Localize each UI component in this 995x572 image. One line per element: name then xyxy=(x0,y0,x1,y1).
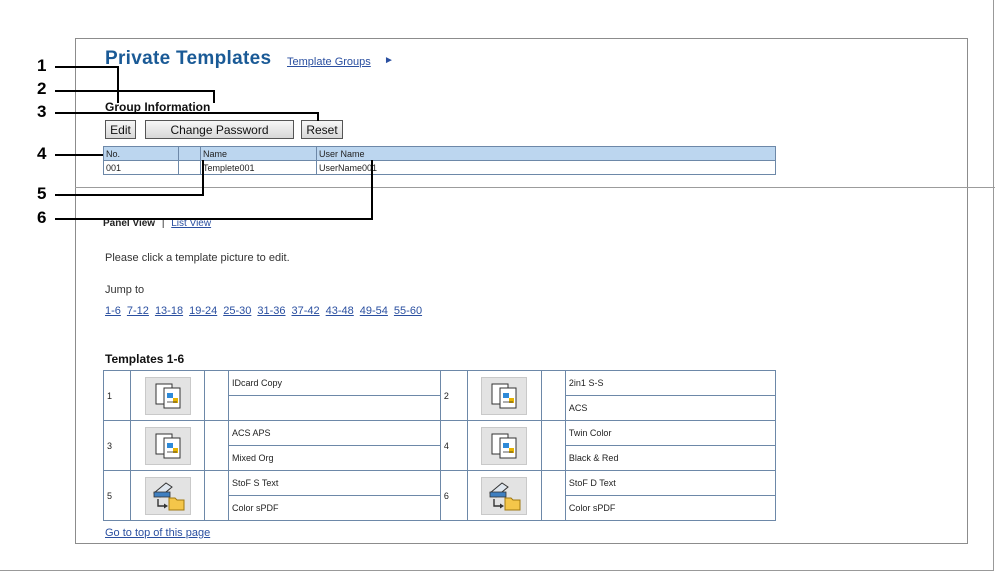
column-header-no: No. xyxy=(103,146,179,161)
copy-template-icon[interactable] xyxy=(481,376,528,415)
template-row: 1 IDcard Copy 2 2in1 S-S xyxy=(103,370,777,421)
template-spacer xyxy=(540,370,566,421)
change-password-button[interactable]: Change Password xyxy=(145,120,294,139)
group-info-table: No. Name User Name 001 Templete001 UserN… xyxy=(103,146,776,175)
column-header-user-name: User Name xyxy=(316,146,776,161)
column-header-blank xyxy=(178,146,201,161)
copy-template-icon[interactable] xyxy=(144,376,191,415)
list-view-link[interactable]: List View xyxy=(171,218,211,229)
reset-button[interactable]: Reset xyxy=(301,120,343,139)
jump-link-43-48[interactable]: 43-48 xyxy=(326,305,354,317)
copy-template-icon[interactable] xyxy=(481,426,528,465)
scan-to-file-icon[interactable] xyxy=(144,476,191,515)
template-name-line2: Black & Red xyxy=(564,445,777,471)
template-spacer xyxy=(204,470,229,521)
panel-view-label: Panel View xyxy=(103,218,156,229)
template-name-line2: Color sPDF xyxy=(228,495,441,521)
template-name-line1: Twin Color xyxy=(564,420,777,446)
template-name-line1: StoF S Text xyxy=(228,470,441,496)
callout-number: 3 xyxy=(37,102,47,121)
cell-name: Templete001 xyxy=(200,160,317,175)
scan-to-file-icon[interactable] xyxy=(481,476,528,515)
templates-table: 1 IDcard Copy 2 2in1 S-S ACS 3 ACS APS 4… xyxy=(103,370,777,521)
template-spacer xyxy=(540,420,566,471)
column-header-name: Name xyxy=(200,146,317,161)
template-spacer xyxy=(540,470,566,521)
instruction-text: Please click a template picture to edit. xyxy=(105,252,290,264)
template-spacer xyxy=(204,370,229,421)
template-name-line2 xyxy=(228,395,441,421)
templates-heading: Templates 1-6 xyxy=(105,352,185,366)
template-row: 5 StoF S Text 6 StoF D Text xyxy=(103,470,777,521)
template-name-line2: Color sPDF xyxy=(564,495,777,521)
template-number: 5 xyxy=(103,470,131,521)
table-row: 001 Templete001 UserName001 xyxy=(103,160,776,175)
divider xyxy=(75,187,995,188)
page-title: Private Templates xyxy=(105,48,272,69)
callout-number: 1 xyxy=(37,56,47,75)
jump-link-49-54[interactable]: 49-54 xyxy=(360,305,388,317)
template-picture[interactable] xyxy=(466,470,542,521)
template-name-line1: IDcard Copy xyxy=(228,370,441,396)
template-number: 3 xyxy=(103,420,131,471)
template-number: 2 xyxy=(439,370,468,421)
callout-number: 4 xyxy=(37,144,47,163)
template-spacer xyxy=(204,420,229,471)
template-name-line1: 2in1 S-S xyxy=(564,370,777,396)
template-groups-link[interactable]: Template Groups xyxy=(287,56,371,68)
go-to-top-link[interactable]: Go to top of this page xyxy=(105,527,210,539)
jump-to-label: Jump to xyxy=(105,284,145,296)
template-picture[interactable] xyxy=(466,370,542,421)
edit-button[interactable]: Edit xyxy=(105,120,136,139)
callout-number: 5 xyxy=(37,184,47,203)
jump-link-55-60[interactable]: 55-60 xyxy=(394,305,422,317)
jump-link-7-12[interactable]: 7-12 xyxy=(127,305,149,317)
view-separator: | xyxy=(161,218,165,229)
template-number: 4 xyxy=(439,420,468,471)
template-picture[interactable] xyxy=(130,370,205,421)
callout-number: 2 xyxy=(37,79,47,98)
jump-link-1-6[interactable]: 1-6 xyxy=(105,305,121,317)
template-name-line1: StoF D Text xyxy=(564,470,777,496)
jump-link-13-18[interactable]: 13-18 xyxy=(155,305,183,317)
template-number: 1 xyxy=(103,370,131,421)
template-name-line1: ACS APS xyxy=(228,420,441,446)
group-information-heading: Group Information xyxy=(105,100,211,114)
copy-template-icon[interactable] xyxy=(144,426,191,465)
template-picture[interactable] xyxy=(130,420,205,471)
table-header-row: No. Name User Name xyxy=(103,146,776,161)
cell-no: 001 xyxy=(103,160,179,175)
view-switcher: Panel View | List View xyxy=(103,218,211,229)
jump-links: 1-6 7-12 13-18 19-24 25-30 31-36 37-42 4… xyxy=(105,305,422,317)
callout-number: 6 xyxy=(37,208,47,227)
template-number: 6 xyxy=(439,470,468,521)
jump-link-37-42[interactable]: 37-42 xyxy=(292,305,320,317)
jump-link-19-24[interactable]: 19-24 xyxy=(189,305,217,317)
cell-blank xyxy=(178,160,201,175)
template-picture[interactable] xyxy=(130,470,205,521)
template-picture[interactable] xyxy=(466,420,542,471)
template-name-line2: ACS xyxy=(564,395,777,421)
cell-user-name: UserName001 xyxy=(316,160,776,175)
arrow-right-icon: ► xyxy=(384,55,394,66)
jump-link-25-30[interactable]: 25-30 xyxy=(223,305,251,317)
template-name-line2: Mixed Org xyxy=(228,445,441,471)
template-row: 3 ACS APS 4 Twin Color xyxy=(103,420,777,471)
jump-link-31-36[interactable]: 31-36 xyxy=(257,305,285,317)
